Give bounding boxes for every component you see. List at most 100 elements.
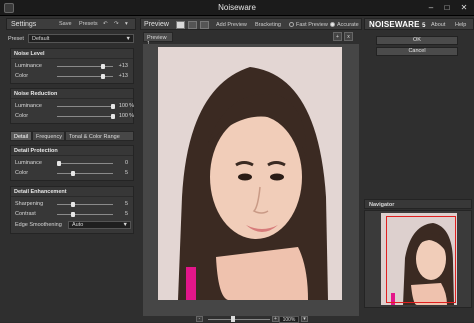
menu-icon[interactable]: ▾ [125, 21, 128, 27]
accurate-radio[interactable]: Accurate [330, 22, 359, 28]
brand-logo: NOISEWARE 5 [369, 20, 426, 29]
brand-version: 5 [422, 23, 426, 29]
slider-label: Luminance [15, 160, 42, 166]
radio-icon [289, 22, 294, 27]
close-tab-icon[interactable]: x [344, 32, 353, 41]
nl-luminance-row: Luminance +13 [11, 62, 135, 71]
de-sharpening-row: Sharpening 5 [11, 200, 135, 209]
contrast-slider[interactable] [57, 212, 113, 217]
preview-image[interactable] [158, 47, 342, 300]
ok-button[interactable]: OK [376, 36, 458, 45]
slider-value: +13 [118, 63, 128, 69]
undo-icon[interactable]: ↶ [103, 21, 108, 27]
zoom-slider[interactable] [208, 319, 270, 320]
preset-label: Preset [8, 36, 24, 42]
cancel-button[interactable]: Cancel [376, 47, 458, 56]
settings-title: Settings [11, 21, 37, 28]
tab-frequency[interactable]: Frequency [32, 131, 65, 141]
tab-tonal-color-range[interactable]: Tonal & Color Range [65, 131, 134, 141]
slider-label: Color [15, 113, 29, 119]
dp-color-row: Color 5 [11, 169, 135, 178]
save-button[interactable]: Save [59, 21, 72, 27]
edge-smoothening-label: Edge Smoothening [15, 222, 62, 228]
slider-label: Color [15, 73, 29, 79]
slider-value: 100 [118, 103, 128, 109]
about-button[interactable]: About [431, 22, 445, 28]
nr-color-slider[interactable] [57, 114, 115, 119]
preview-title: Preview [144, 21, 169, 28]
chevron-down-icon: ▼ [125, 36, 131, 42]
window-title: Noiseware [218, 3, 256, 12]
unit-label: % [129, 103, 134, 109]
portrait-photo [158, 47, 342, 300]
slider-value: 5 [124, 211, 128, 217]
slider-knob[interactable] [57, 161, 61, 166]
zoom-menu-icon[interactable]: ▾ [301, 316, 308, 322]
brand-header: NOISEWARE 5 About Help [364, 18, 474, 30]
slider-label: Luminance [15, 103, 42, 109]
noise-reduction-section: Noise Reduction Luminance 100 % Color 10… [10, 88, 134, 124]
unit-label: % [129, 113, 134, 119]
detail-enhancement-section: Detail Enhancement Sharpening 5 Contrast… [10, 186, 134, 234]
navigator-panel [364, 210, 472, 308]
tab-detail[interactable]: Detail [10, 131, 32, 141]
chevron-down-icon: ▼ [122, 222, 128, 228]
close-button[interactable]: ✕ [457, 2, 471, 13]
slider-label: Contrast [15, 211, 36, 217]
zoom-in-icon[interactable]: + [272, 316, 279, 322]
accurate-label: Accurate [337, 22, 359, 28]
slider-knob[interactable] [70, 171, 75, 176]
preset-row: Preset Default ▼ [6, 34, 136, 44]
settings-tabs: Detail Frequency Tonal & Color Range [10, 131, 134, 141]
slider-value: 5 [124, 201, 128, 207]
navigator-viewport-frame[interactable] [386, 216, 456, 303]
tab-preview-1[interactable]: Preview 1 [143, 32, 173, 47]
add-tab-icon[interactable]: + [333, 32, 342, 41]
zoom-slider-knob[interactable] [231, 316, 236, 322]
zoom-bar: - + 100% ▾ [140, 316, 362, 323]
maximize-button[interactable]: □ [440, 2, 454, 13]
zoom-out-icon[interactable]: - [196, 316, 203, 322]
edge-smoothening-select[interactable]: Auto ▼ [68, 221, 131, 229]
sharpening-slider[interactable] [57, 202, 113, 207]
slider-value: 100 [118, 113, 128, 119]
single-view-icon[interactable] [176, 21, 185, 29]
dp-luminance-row: Luminance 0 [11, 159, 135, 168]
presets-button[interactable]: Presets [79, 21, 98, 27]
redo-icon[interactable]: ↷ [114, 21, 119, 27]
preset-select[interactable]: Default ▼ [28, 34, 134, 43]
split-vertical-icon[interactable] [200, 21, 209, 29]
nr-luminance-slider[interactable] [57, 104, 115, 109]
detail-protection-heading: Detail Protection [11, 146, 133, 156]
slider-value: 0 [124, 160, 128, 166]
de-contrast-row: Contrast 5 [11, 210, 135, 219]
add-preview-button[interactable]: Add Preview [216, 22, 247, 28]
slider-knob[interactable] [111, 104, 115, 109]
bracketing-button[interactable]: Bracketing [255, 22, 281, 28]
radio-selected-icon [330, 22, 335, 27]
brand-name: NOISEWARE [369, 20, 420, 29]
help-button[interactable]: Help [455, 22, 466, 28]
nl-color-slider[interactable] [57, 74, 113, 79]
dp-color-slider[interactable] [57, 171, 113, 176]
title-bar: Noiseware – □ ✕ [0, 0, 474, 16]
dp-luminance-slider[interactable] [57, 161, 113, 166]
slider-knob[interactable] [70, 202, 75, 207]
slider-knob[interactable] [101, 64, 106, 69]
slider-knob[interactable] [70, 212, 75, 217]
preview-canvas[interactable] [143, 44, 359, 316]
settings-header: Settings Save Presets ↶ ↷ ▾ [6, 18, 136, 30]
nl-luminance-slider[interactable] [57, 64, 113, 69]
slider-value: 5 [124, 170, 128, 176]
minimize-button[interactable]: – [424, 2, 438, 13]
noise-level-heading: Noise Level [11, 49, 133, 59]
noise-level-section: Noise Level Luminance +13 Color +13 [10, 48, 134, 84]
slider-knob[interactable] [101, 74, 106, 79]
fast-preview-radio[interactable]: Fast Preview [289, 22, 328, 28]
split-horizontal-icon[interactable] [188, 21, 197, 29]
nr-luminance-row: Luminance 100 % [11, 102, 135, 111]
navigator-thumbnail[interactable] [381, 213, 457, 305]
slider-knob[interactable] [111, 114, 115, 119]
fast-preview-label: Fast Preview [296, 22, 328, 28]
nr-color-row: Color 100 % [11, 112, 135, 121]
